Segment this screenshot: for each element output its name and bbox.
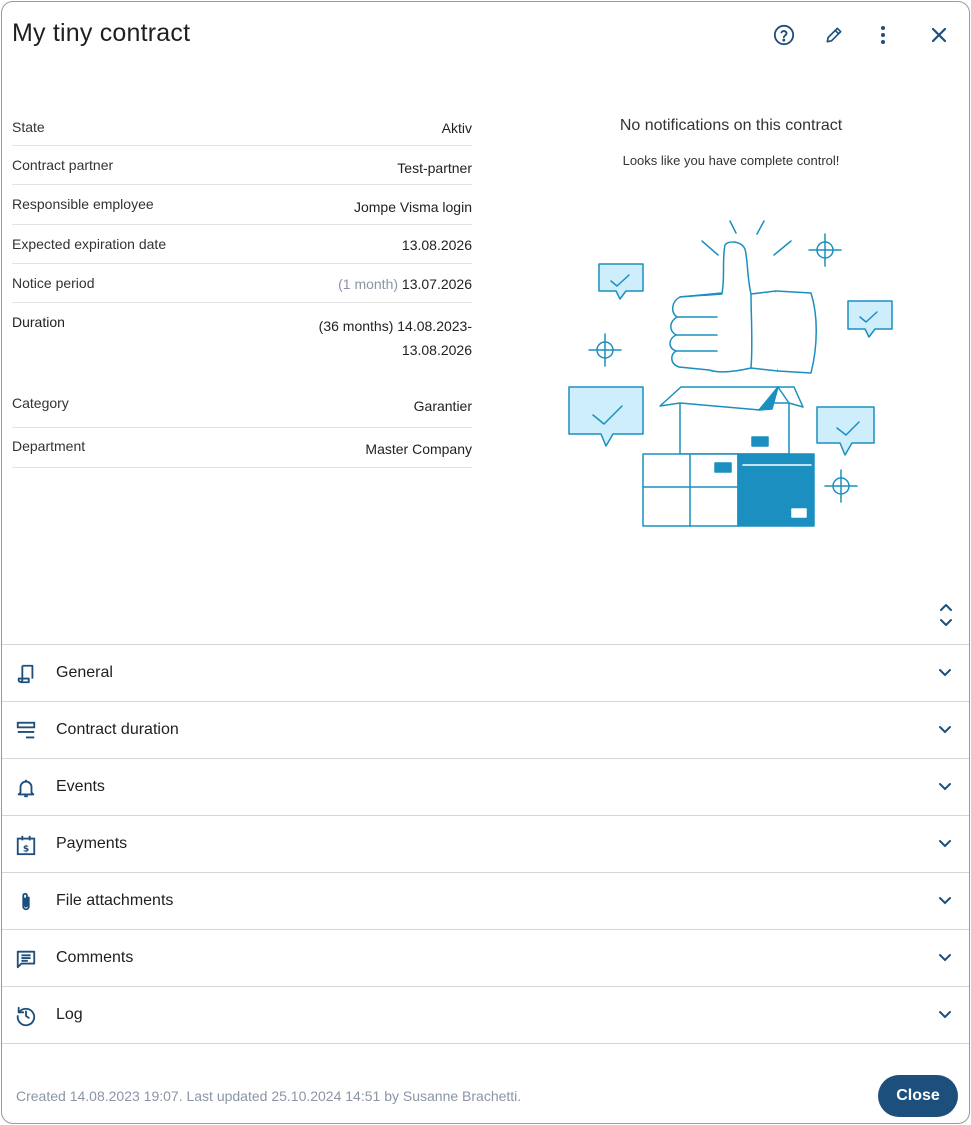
state-value: Aktiv xyxy=(441,120,472,136)
partner-link[interactable]: Test-partner xyxy=(397,146,472,176)
paperclip-icon xyxy=(14,890,38,914)
section-payments[interactable]: $ Payments xyxy=(2,816,969,873)
notifications-heading: No notifications on this contract xyxy=(619,117,843,134)
audit-info: Created 14.08.2023 19:07. Last updated 2… xyxy=(16,1088,522,1104)
close-button[interactable]: Close xyxy=(878,1075,958,1117)
pencil-icon xyxy=(826,27,842,43)
category-label: Category xyxy=(12,395,69,411)
contract-dialog: My tiny contract State Aktiv Contract pa… xyxy=(1,1,970,1124)
employee-link[interactable]: Jompe Visma login xyxy=(354,185,472,215)
chevron-down-icon xyxy=(935,891,955,911)
section-label: Events xyxy=(56,778,105,795)
chevron-down-icon xyxy=(935,1005,955,1025)
notice-value: (1 month) 13.07.2026 xyxy=(338,264,472,292)
sections-accordion: General Contract duration Events $ Payme… xyxy=(2,644,969,1044)
section-file-attachments[interactable]: File attachments xyxy=(2,873,969,930)
help-circle-icon xyxy=(773,24,795,46)
partner-label: Contract partner xyxy=(12,157,114,173)
chevron-down-icon xyxy=(935,834,955,854)
expiration-label: Expected expiration date xyxy=(12,236,167,252)
section-label: General xyxy=(56,664,113,681)
more-options-button[interactable] xyxy=(868,20,898,50)
department-link[interactable]: Master Company xyxy=(365,428,472,457)
detail-row-partner: Contract partner Test-partner xyxy=(12,146,472,185)
chevron-up-down-icon xyxy=(940,604,952,626)
close-icon xyxy=(931,27,947,43)
notice-date: 13.07.2026 xyxy=(401,276,472,292)
chevron-down-icon xyxy=(935,663,955,683)
comment-icon xyxy=(14,947,38,971)
expand-collapse-button[interactable] xyxy=(934,600,958,630)
detail-row-employee: Responsible employee Jompe Visma login xyxy=(12,185,472,225)
section-contract-duration[interactable]: Contract duration xyxy=(2,702,969,759)
more-vertical-icon xyxy=(881,26,885,44)
duration-end: 13.08.2026 xyxy=(401,342,472,358)
crosshair-icon xyxy=(808,233,842,267)
section-label: Comments xyxy=(56,949,134,966)
calendar-dollar-icon: $ xyxy=(14,833,38,857)
section-comments[interactable]: Comments xyxy=(2,930,969,987)
detail-row-state: State Aktiv xyxy=(12,107,472,146)
chevron-down-icon xyxy=(935,777,955,797)
duration-value: (36 months) 14.08.2023- 13.08.2026 xyxy=(319,303,472,389)
section-events[interactable]: Events xyxy=(2,759,969,816)
duration-months: (36 months) xyxy=(318,318,394,334)
chevron-down-icon xyxy=(935,948,955,968)
close-dialog-button[interactable] xyxy=(924,20,954,50)
detail-row-notice: Notice period (1 month) 13.07.2026 xyxy=(12,264,472,303)
history-icon xyxy=(14,1004,38,1028)
section-label: Log xyxy=(56,1006,83,1023)
section-general[interactable]: General xyxy=(2,645,969,702)
duration-start: 14.08.2023- xyxy=(397,318,472,334)
notifications-subtext: Looks like you have complete control! xyxy=(622,153,840,168)
chevron-down-icon xyxy=(935,720,955,740)
duration-lines-icon xyxy=(14,719,38,743)
detail-row-expiration: Expected expiration date 13.08.2026 xyxy=(12,225,472,264)
dialog-header: My tiny contract xyxy=(2,2,969,66)
help-button[interactable] xyxy=(769,20,799,50)
section-label: Payments xyxy=(56,835,128,852)
section-label: Contract duration xyxy=(56,721,179,738)
employee-label: Responsible employee xyxy=(12,196,154,212)
thumbs-up-illustration xyxy=(568,220,893,527)
detail-row-duration: Duration (36 months) 14.08.2023- 13.08.2… xyxy=(12,303,472,389)
section-log[interactable]: Log xyxy=(2,987,969,1044)
category-value: Garantier xyxy=(413,398,472,414)
detail-row-category: Category Garantier xyxy=(12,389,472,428)
section-label: File attachments xyxy=(56,892,174,909)
state-label: State xyxy=(12,119,45,135)
department-label: Department xyxy=(12,438,86,454)
contract-scroll-icon xyxy=(14,662,38,686)
detail-row-department: Department Master Company xyxy=(12,428,472,468)
dialog-title: My tiny contract xyxy=(12,19,191,47)
duration-label: Duration xyxy=(12,314,65,330)
edit-button[interactable] xyxy=(819,20,849,50)
expiration-value: 13.08.2026 xyxy=(401,237,472,253)
contract-details: State Aktiv Contract partner Test-partne… xyxy=(12,107,472,468)
svg-text:$: $ xyxy=(23,843,29,854)
notice-label: Notice period xyxy=(12,275,95,291)
notice-months: (1 month) xyxy=(338,276,399,292)
bell-icon xyxy=(14,776,38,800)
notifications-panel: No notifications on this contract Looks … xyxy=(492,117,969,168)
